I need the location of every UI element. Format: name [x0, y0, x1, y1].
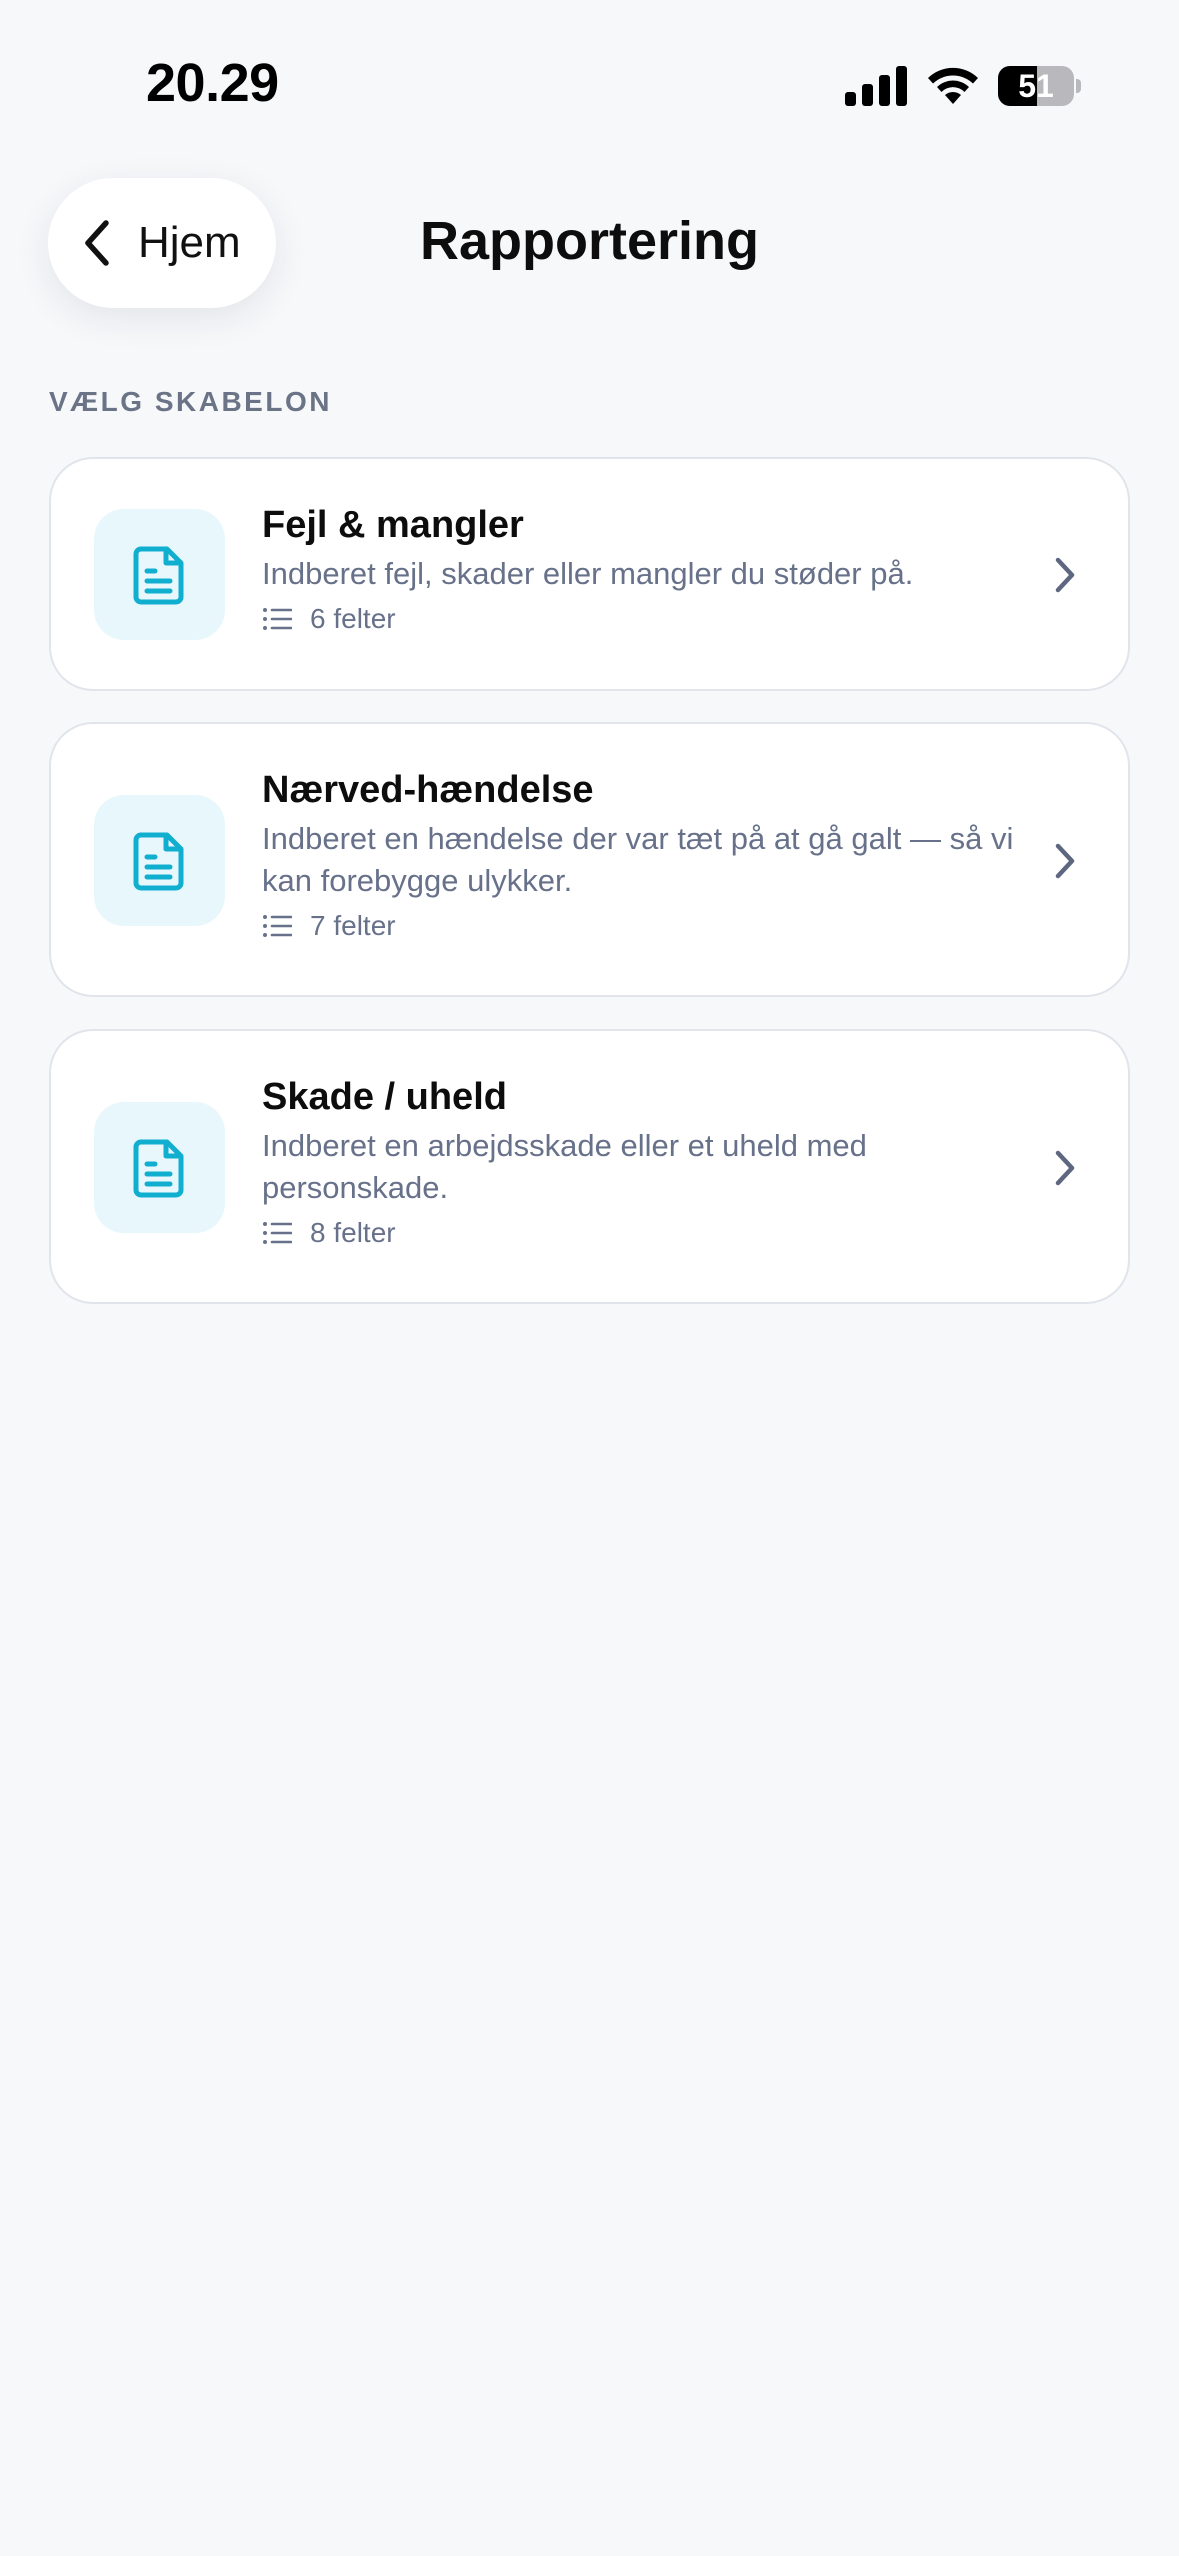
template-description: Indberet fejl, skader eller mangler du s… — [262, 556, 914, 591]
template-icon-box — [94, 795, 225, 926]
template-card-skade-uheld[interactable]: Skade / uheld Indberet en arbejdsskade e… — [49, 1029, 1130, 1304]
template-icon-box — [94, 509, 225, 640]
chevron-right-icon — [1055, 1150, 1075, 1186]
battery-icon: 51 — [998, 66, 1082, 106]
battery-level: 51 — [1018, 68, 1054, 104]
template-card-naerved-haendelse[interactable]: Nærved-hændelse Indberet en hændelse der… — [49, 722, 1130, 997]
wifi-icon — [928, 67, 978, 104]
status-time: 20.29 — [146, 53, 279, 113]
cellular-signal-icon — [845, 66, 907, 106]
template-field-count: 6 felter — [262, 603, 1032, 635]
template-fields-label: 7 felter — [310, 910, 396, 941]
document-icon — [133, 1139, 183, 1197]
document-icon — [133, 546, 183, 604]
list-icon — [263, 608, 292, 630]
page-title: Rapportering — [419, 211, 759, 271]
template-fields-label: 8 felter — [310, 1217, 396, 1248]
template-description: Indberet en arbejdsskade eller et uheld … — [262, 1128, 867, 1205]
template-title: Nærved-hændelse — [262, 769, 594, 811]
template-title: Fejl & mangler — [262, 504, 524, 546]
status-bar: 20.29 51 — [0, 0, 1179, 150]
template-title: Skade / uheld — [262, 1076, 507, 1118]
template-card-fejl-mangler[interactable]: Fejl & mangler Indberet fejl, skader ell… — [49, 457, 1130, 691]
chevron-right-icon — [1055, 843, 1075, 879]
document-icon — [133, 832, 183, 890]
template-field-count: 8 felter — [262, 1217, 1032, 1249]
list-icon — [263, 1222, 292, 1244]
template-fields-label: 6 felter — [310, 603, 396, 634]
template-field-count: 7 felter — [262, 910, 1032, 942]
template-description: Indberet en hændelse der var tæt på at g… — [262, 821, 1014, 898]
template-icon-box — [94, 1102, 225, 1233]
chevron-right-icon — [1055, 557, 1075, 593]
list-icon — [263, 915, 292, 937]
section-label: VÆLG SKABELON — [49, 386, 332, 417]
